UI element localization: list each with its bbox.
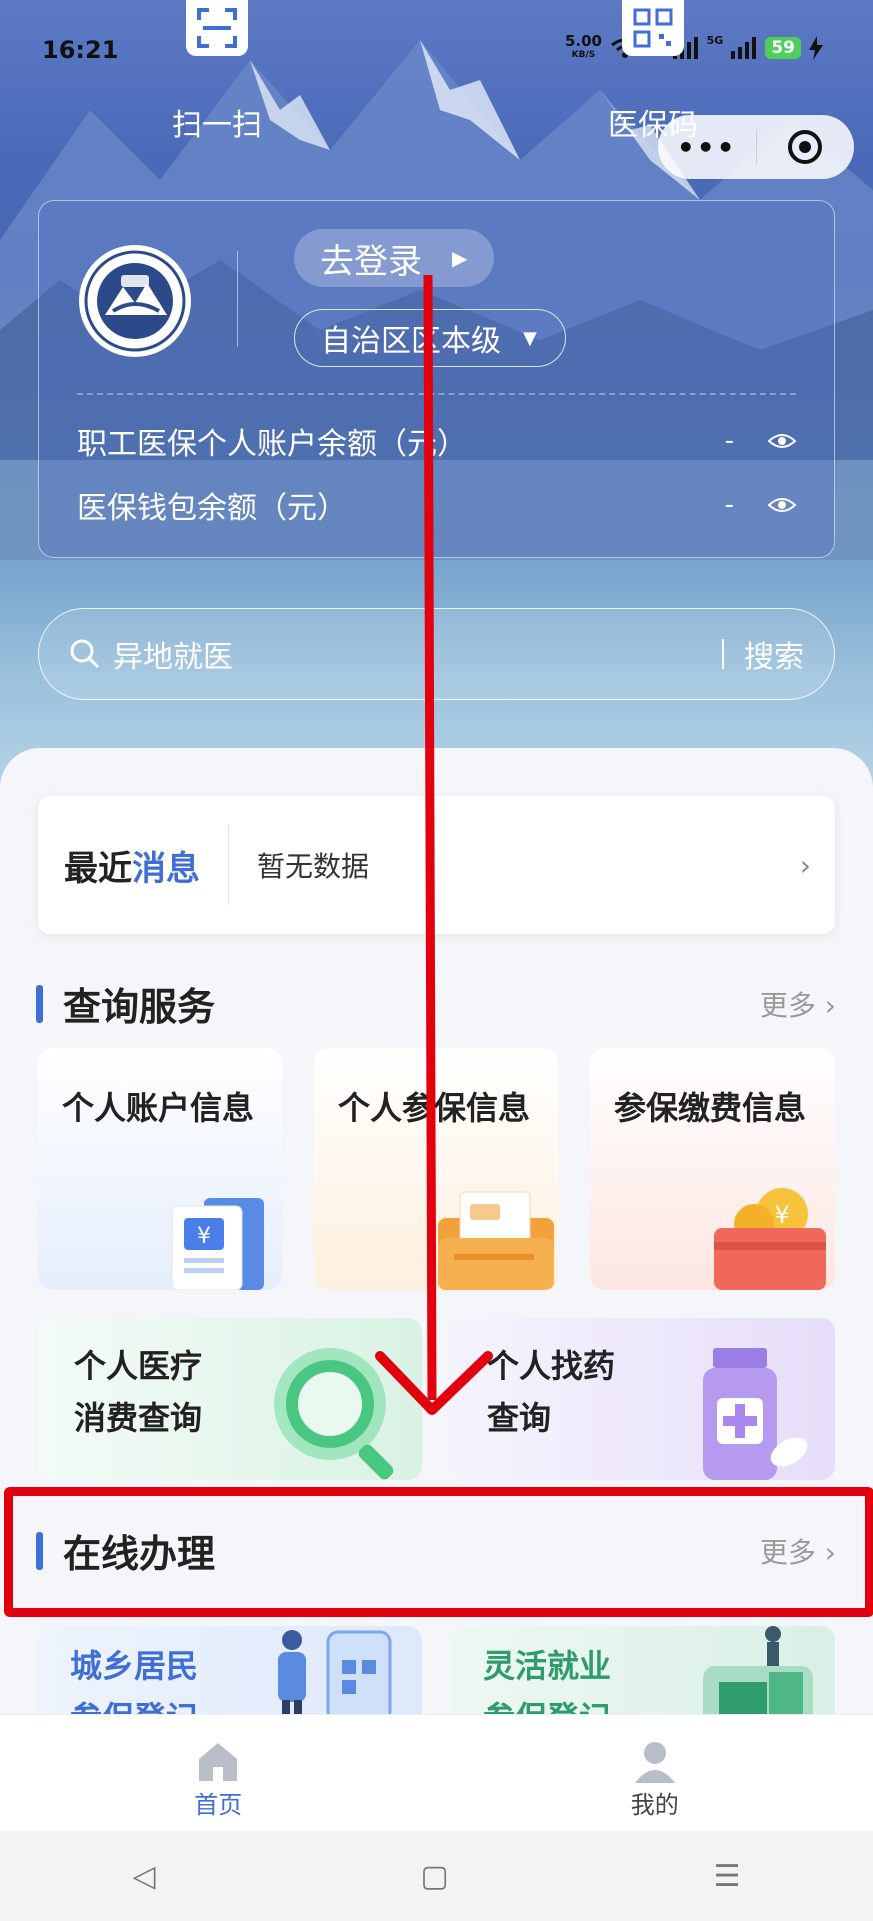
medical-consumption-tile[interactable]: 个人医疗 消费查询 — [38, 1318, 422, 1480]
close-circle-icon — [788, 130, 823, 164]
tile-label-line1: 灵活就业 — [483, 1647, 612, 1685]
messages-divider — [228, 825, 229, 905]
balance-value: - — [724, 490, 734, 520]
person-podium-icon — [703, 1626, 813, 1726]
home-nav-icon[interactable]: ▢ — [420, 1859, 448, 1894]
folder-icon — [438, 1191, 554, 1290]
tile-label: 个人找药 查询 — [487, 1340, 615, 1444]
recent-messages-card[interactable]: 最近消息 暂无数据 › — [38, 796, 835, 934]
recent-messages-title: 最近消息 — [64, 841, 200, 890]
tab-home-label: 首页 — [194, 1791, 243, 1819]
section-accent-bar — [36, 984, 43, 1023]
query-more-label: 更多 — [759, 988, 816, 1022]
payment-info-tile[interactable]: 参保缴费信息 ¥ — [590, 1048, 835, 1290]
balance-label: 职工医保个人账户余额（元） — [77, 427, 467, 462]
eye-icon[interactable] — [768, 432, 796, 450]
battery-level: 59 — [765, 37, 801, 59]
find-drug-tile[interactable]: 个人找药 查询 — [451, 1318, 835, 1480]
person-qr-icon — [278, 1630, 392, 1726]
tile-label-line2: 查询 — [487, 1399, 552, 1437]
region-level-select[interactable]: 自治区区本级 ▼ — [294, 309, 566, 367]
account-info-tile[interactable]: 个人账户信息 ¥ — [38, 1048, 282, 1290]
tile-label-line1: 个人医疗 — [74, 1347, 203, 1385]
tab-mine-label: 我的 — [630, 1791, 679, 1819]
chevron-right-icon: › — [799, 848, 811, 882]
status-time: 16:21 — [42, 36, 119, 64]
login-label: 去登录 — [320, 241, 422, 282]
insurance-logo — [79, 245, 191, 357]
account-card: 去登录 ▶ 自治区区本级 ▼ 职工医保个人账户余额（元） - 医保钱包余额（元）… — [38, 200, 835, 558]
caret-right-icon: ▶ — [452, 246, 468, 270]
tile-label: 个人医疗 消费查询 — [74, 1340, 202, 1444]
annotation-highlight-box — [4, 1487, 873, 1617]
document-yuan-icon: ¥ — [171, 1198, 264, 1290]
back-icon[interactable]: ◁ — [132, 1859, 155, 1894]
eye-icon[interactable] — [768, 496, 796, 514]
dashed-divider — [77, 393, 796, 395]
qr-code-icon[interactable] — [622, 0, 684, 56]
recent-title-b: 消息 — [132, 848, 200, 889]
search-bar[interactable]: 异地就医 搜索 — [38, 608, 835, 700]
signal-icon — [731, 37, 757, 59]
search-button[interactable]: 搜索 — [744, 632, 804, 676]
login-button[interactable]: 去登录 ▶ — [294, 229, 494, 287]
svg-text:¥: ¥ — [774, 1201, 789, 1229]
wallet-coins-icon: ¥ — [714, 1188, 826, 1290]
tile-label-line1: 个人找药 — [487, 1347, 616, 1385]
status-bar: 16:21 5.00 KB/S 5G 5G 59 — [0, 0, 873, 100]
query-section-title: 查询服务 — [63, 985, 216, 1029]
sim2-label: 5G — [706, 34, 724, 47]
home-icon — [199, 1743, 238, 1781]
balance-label: 医保钱包余额（元） — [77, 491, 347, 526]
close-button[interactable] — [757, 128, 855, 166]
more-menu-button[interactable]: ••• — [658, 131, 756, 164]
speed-unit: KB/S — [571, 50, 596, 60]
recents-icon[interactable]: ☰ — [714, 1859, 741, 1894]
tile-label: 个人账户信息 — [62, 1089, 255, 1127]
medicine-bottle-icon — [703, 1348, 808, 1480]
balance-row: 职工医保个人账户余额（元） - — [77, 419, 796, 463]
magnifier-icon — [274, 1348, 394, 1480]
tab-home[interactable]: 首页 — [0, 1715, 437, 1831]
insurance-emblem-icon — [84, 250, 186, 352]
messages-text: 暂无数据 — [257, 850, 370, 883]
tile-label: 参保缴费信息 — [614, 1089, 807, 1127]
balance-row: 医保钱包余额（元） - — [77, 483, 796, 527]
tab-mine[interactable]: 我的 — [437, 1715, 873, 1831]
scan-icon[interactable] — [186, 0, 248, 56]
system-icons: 5.00 KB/S 5G 5G 59 — [565, 34, 823, 62]
query-more-link[interactable]: 更多 › — [760, 984, 836, 1024]
query-section-header: 查询服务 更多 › — [36, 976, 836, 1031]
recent-title-a: 最近 — [64, 848, 132, 889]
search-icon — [70, 639, 100, 669]
miniapp-capsule: ••• — [658, 115, 854, 179]
network-speed: 5.00 KB/S — [565, 34, 602, 62]
svg-text:¥: ¥ — [197, 1224, 211, 1249]
tile-label: 个人参保信息 — [338, 1089, 531, 1127]
scan-label[interactable]: 扫一扫 — [172, 100, 262, 144]
caret-down-icon: ▼ — [523, 327, 537, 349]
region-level-label: 自治区区本级 — [321, 324, 501, 359]
tile-label-line2: 消费查询 — [74, 1399, 203, 1437]
charging-icon — [809, 36, 823, 60]
tile-label-line1: 城乡居民 — [70, 1647, 199, 1685]
user-icon — [634, 1742, 675, 1783]
search-divider — [722, 639, 724, 669]
insurance-info-tile[interactable]: 个人参保信息 — [314, 1048, 558, 1290]
system-navigation-bar: ◁ ▢ ☰ — [0, 1831, 873, 1921]
bottom-tab-bar: 首页 我的 — [0, 1714, 873, 1831]
balance-value: - — [724, 426, 734, 456]
search-input[interactable]: 异地就医 — [113, 632, 722, 676]
card-divider — [237, 251, 238, 347]
